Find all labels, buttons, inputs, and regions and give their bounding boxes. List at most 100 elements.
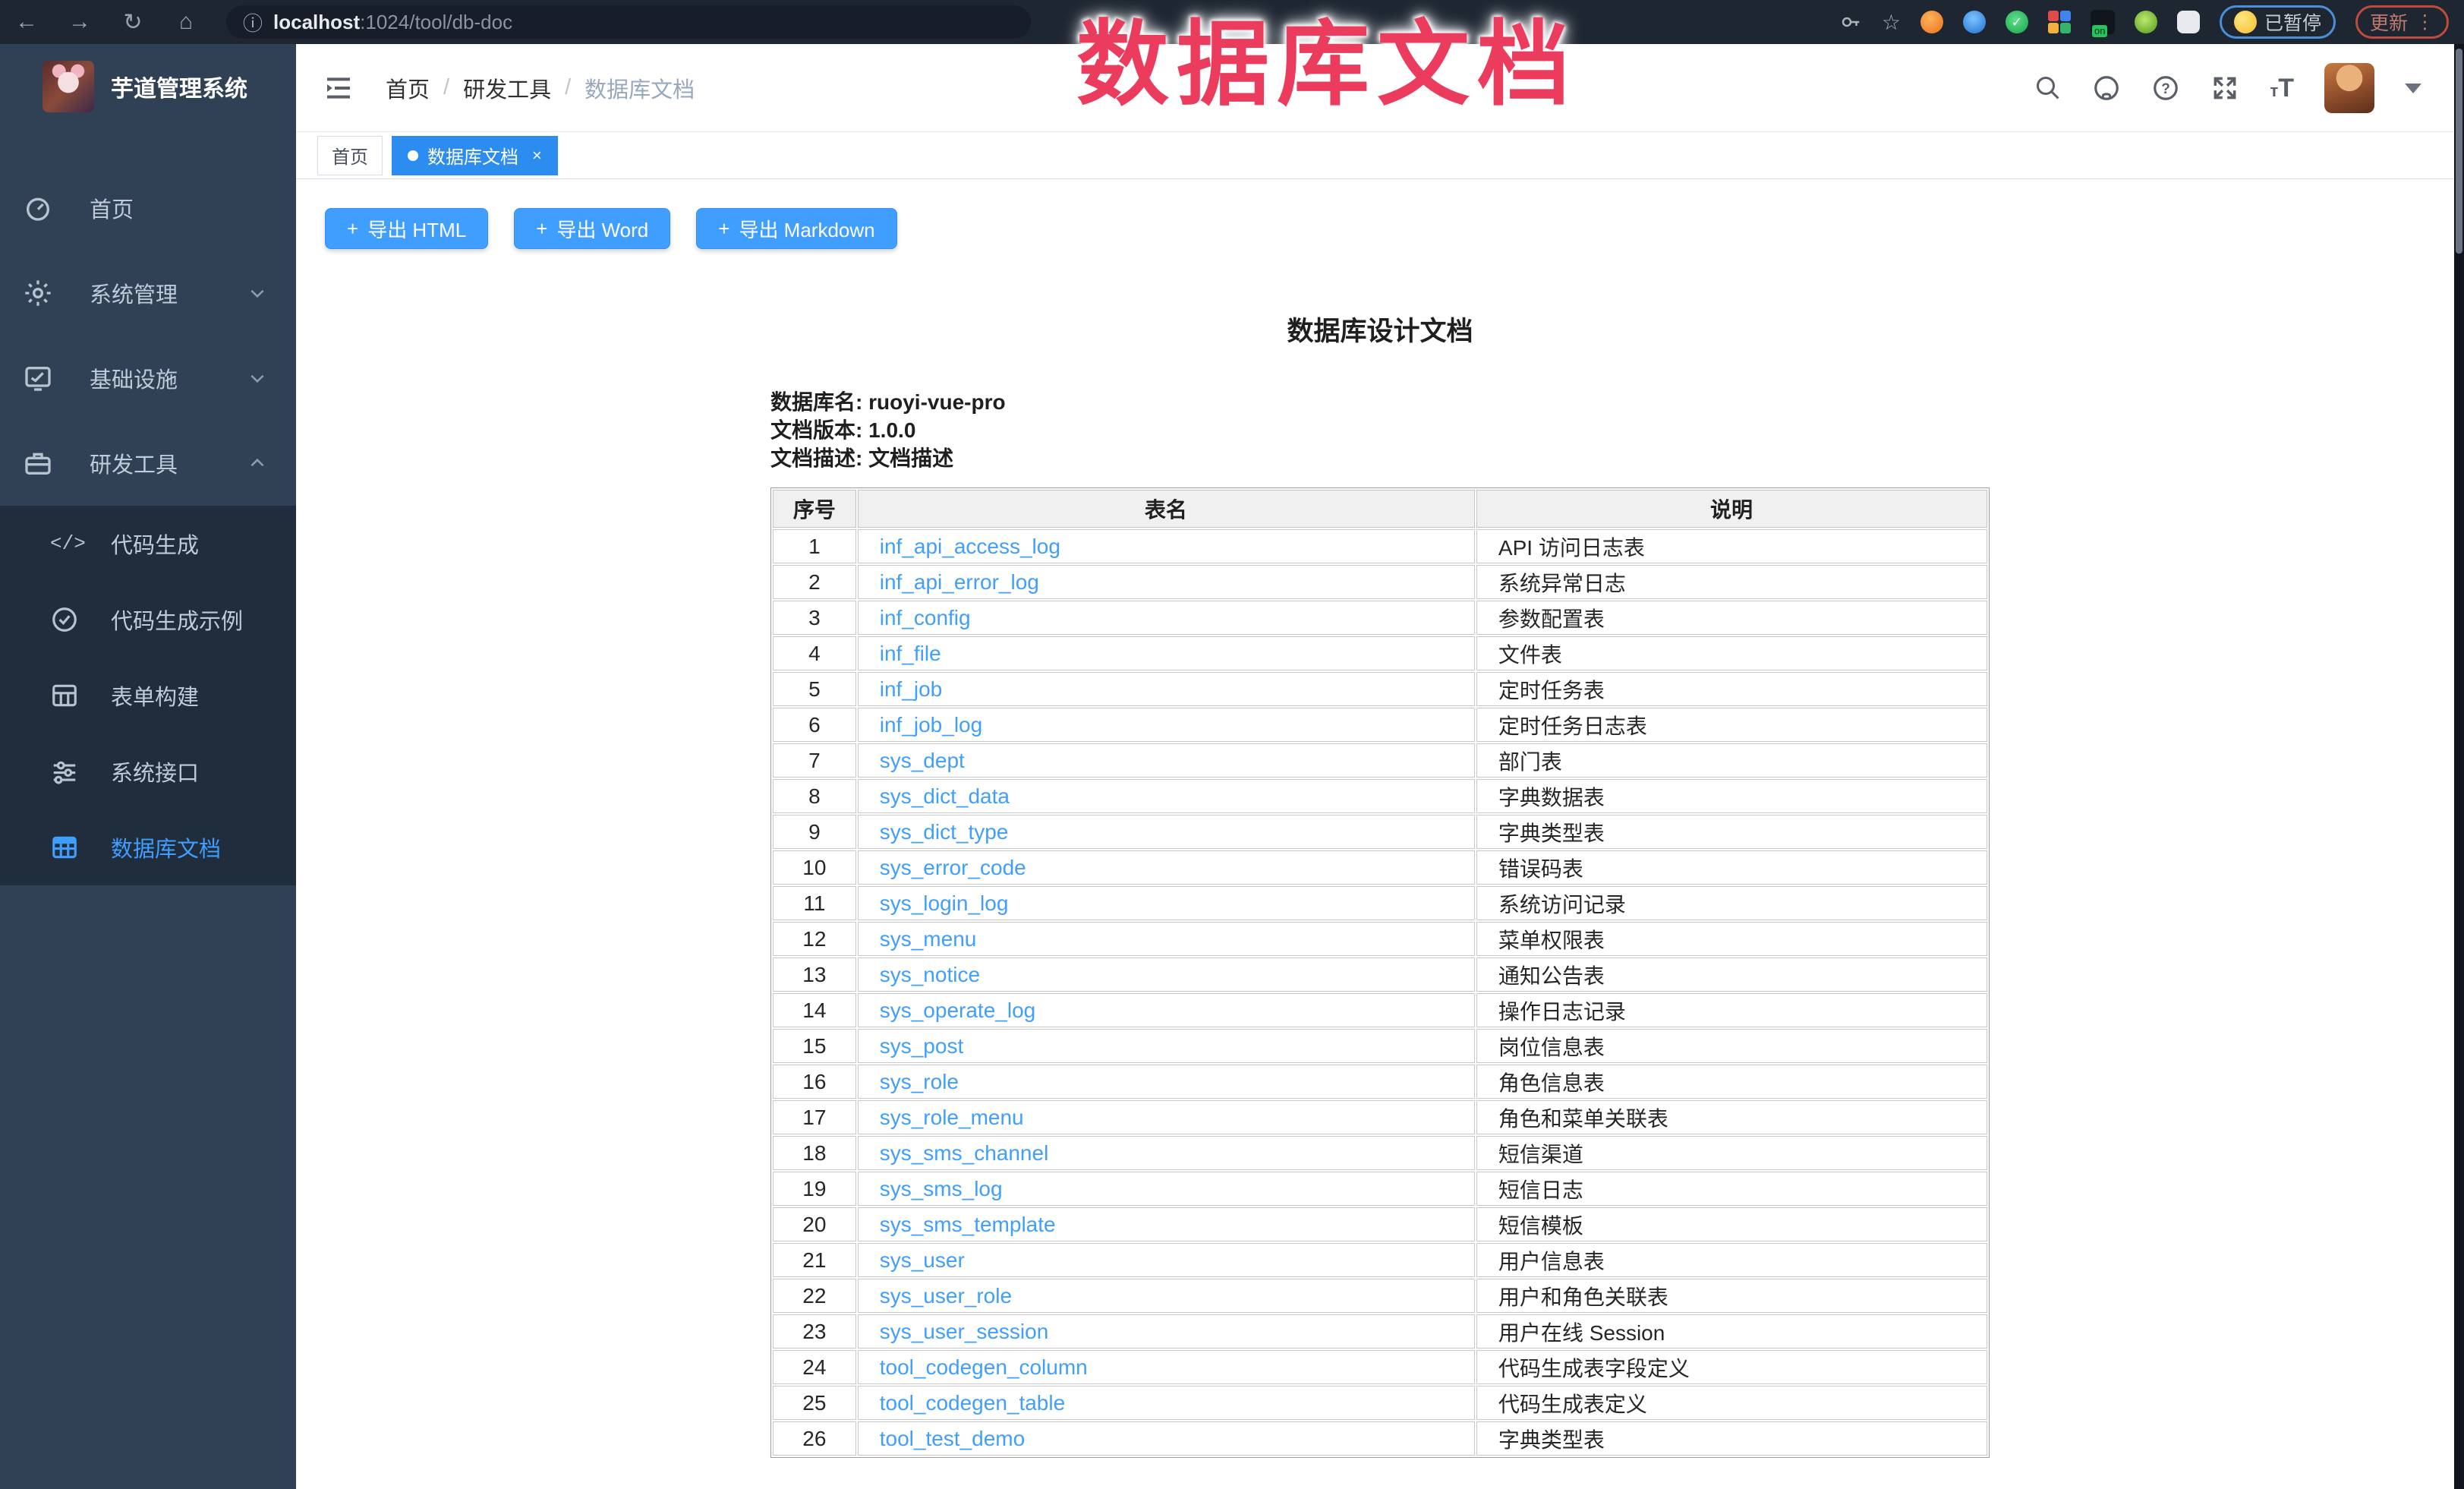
site-info-icon[interactable]: ⓘ [243, 8, 263, 36]
breadcrumb-current: 数据库文档 [584, 72, 695, 104]
table-name-link[interactable]: tool_test_demo [880, 1427, 1025, 1450]
table-name-link[interactable]: inf_file [880, 642, 941, 665]
extension-check-icon[interactable]: ✓ [2006, 11, 2028, 33]
table-row: 22sys_user_role用户和角色关联表 [773, 1279, 1987, 1313]
chevron-up-icon [247, 453, 273, 473]
table-name-link[interactable]: inf_job [880, 677, 943, 701]
table-name-link[interactable]: sys_role_menu [880, 1106, 1024, 1129]
table-row: 17sys_role_menu角色和菜单关联表 [773, 1100, 1987, 1134]
scrollbar-thumb[interactable] [2456, 49, 2462, 254]
table-row: 16 sys_role 角色信息表 [773, 1065, 1987, 1099]
browser-update-button[interactable]: 更新 ⋮ [2355, 5, 2449, 39]
search-icon[interactable] [2034, 74, 2062, 102]
row-table-name: sys_dict_data [858, 779, 1475, 813]
table-name-link[interactable]: sys_operate_log [880, 998, 1035, 1022]
fullscreen-icon[interactable] [2210, 74, 2239, 103]
browser-menu-kebab-icon[interactable]: ⋮ [2415, 11, 2434, 33]
button-label: 导出 Markdown [739, 215, 874, 243]
extension-on-badge-icon[interactable]: on [2091, 10, 2115, 34]
table-name-link[interactable]: sys_role [880, 1070, 959, 1093]
browser-reload-icon[interactable]: ↻ [106, 9, 159, 36]
table-name-link[interactable]: inf_config [880, 606, 971, 629]
table-name-link[interactable]: tool_codegen_column [880, 1355, 1088, 1379]
table-name-link[interactable]: sys_error_code [880, 856, 1026, 879]
row-description: 字典数据表 [1476, 779, 1987, 813]
breadcrumb-devtools: 研发工具 [463, 72, 551, 104]
table-name-link[interactable]: sys_menu [880, 927, 977, 951]
export-html-button[interactable]: + 导出 HTML [325, 208, 488, 249]
plus-icon: + [536, 217, 547, 241]
table-name-link[interactable]: sys_user_session [880, 1320, 1049, 1343]
table-name-link[interactable]: sys_user_role [880, 1284, 1012, 1308]
sidebar-item-devtools[interactable]: 研发工具 [0, 421, 296, 506]
sidebar-item-label: 数据库文档 [111, 831, 221, 863]
document-meta: 数据库名: ruoyi-vue-pro 文档版本: 1.0.0 文档描述: 文档… [770, 388, 1990, 472]
bookmark-star-icon[interactable]: ☆ [1882, 10, 1901, 35]
sidebar-item-system[interactable]: 系统管理 [0, 251, 296, 336]
export-markdown-button[interactable]: + 导出 Markdown [696, 208, 896, 249]
sidebar-collapse-icon[interactable] [323, 73, 354, 103]
address-bar[interactable]: ⓘ localhost :1024/tool/db-doc [226, 5, 1031, 39]
row-description: 参数配置表 [1476, 601, 1987, 635]
row-number: 16 [773, 1065, 856, 1099]
sidebar-item-form-builder[interactable]: 表单构建 [0, 658, 296, 733]
browser-back-icon[interactable]: ← [0, 9, 53, 35]
table-name-link[interactable]: sys_sms_template [880, 1213, 1056, 1236]
table-header-row: 序号 表名 说明 [773, 490, 1987, 528]
table-name-link[interactable]: sys_post [880, 1034, 964, 1058]
table-name-link[interactable]: tool_codegen_table [880, 1391, 1065, 1415]
sidebar-item-codegen-demo[interactable]: 代码生成示例 [0, 582, 296, 658]
extension-grid-icon[interactable] [2048, 11, 2071, 33]
browser-home-icon[interactable]: ⌂ [159, 9, 213, 35]
table-name-link[interactable]: inf_api_access_log [880, 535, 1060, 558]
table-name-link[interactable]: inf_api_error_log [880, 570, 1039, 594]
extension-puzzle-icon[interactable] [2177, 11, 2200, 33]
table-name-link[interactable]: sys_sms_channel [880, 1141, 1049, 1165]
app-logo-image [43, 61, 94, 112]
header-name: 表名 [858, 490, 1475, 528]
page-scrollbar[interactable] [2454, 44, 2464, 1489]
table-name-link[interactable]: sys_dict_data [880, 784, 1010, 808]
tag-close-icon[interactable]: × [532, 146, 542, 166]
export-word-button[interactable]: + 导出 Word [514, 208, 670, 249]
extension-leaf-icon[interactable] [2135, 11, 2157, 33]
row-description: 角色信息表 [1476, 1065, 1987, 1099]
extension-pin-icon[interactable] [1963, 11, 1986, 33]
help-icon[interactable]: ? [2151, 74, 2180, 103]
tag-db-doc-active[interactable]: 数据库文档 × [392, 136, 558, 175]
paused-extension-pill[interactable]: 已暂停 [2220, 5, 2336, 39]
tag-home[interactable]: 首页 [317, 136, 383, 175]
table-name-link[interactable]: sys_sms_log [880, 1177, 1003, 1200]
browser-toolbar-right: ☆ ✓ on 已暂停 更新 ⋮ [1839, 0, 2449, 44]
table-name-link[interactable]: sys_login_log [880, 891, 1009, 915]
extension-orange-icon[interactable] [1920, 11, 1943, 33]
table-row: 7sys_dept部门表 [773, 743, 1987, 778]
row-number: 22 [773, 1279, 856, 1313]
browser-forward-icon[interactable]: → [53, 9, 106, 35]
table-name-link[interactable]: sys_user [880, 1248, 965, 1272]
row-description: 字典类型表 [1476, 815, 1987, 849]
db-doc-document: 数据库设计文档 数据库名: ruoyi-vue-pro 文档版本: 1.0.0 … [770, 310, 1990, 1458]
row-description: 短信日志 [1476, 1172, 1987, 1206]
sidebar-item-system-api[interactable]: 系统接口 [0, 733, 296, 809]
app-logo-row[interactable]: 芋道管理系统 [0, 44, 296, 129]
sliders-icon [50, 757, 93, 786]
font-size-icon[interactable]: тT [2270, 74, 2294, 103]
table-name-link[interactable]: inf_job_log [880, 713, 982, 737]
table-row: 1inf_api_access_logAPI 访问日志表 [773, 529, 1987, 563]
breadcrumb-home[interactable]: 首页 [386, 72, 430, 104]
table-name-link[interactable]: sys_notice [880, 963, 980, 986]
password-key-icon[interactable] [1839, 11, 1862, 33]
user-avatar[interactable] [2324, 63, 2374, 113]
row-description: 短信模板 [1476, 1207, 1987, 1241]
sidebar-item-home[interactable]: 首页 [0, 166, 296, 251]
github-icon[interactable] [2092, 74, 2121, 103]
row-table-name: inf_job_log [858, 708, 1475, 742]
plus-icon: + [347, 217, 358, 241]
table-name-link[interactable]: sys_dict_type [880, 820, 1009, 844]
sidebar-item-db-doc[interactable]: 数据库文档 [0, 809, 296, 885]
sidebar-item-codegen[interactable]: </> 代码生成 [0, 506, 296, 582]
sidebar-item-infra[interactable]: 基础设施 [0, 336, 296, 421]
table-name-link[interactable]: sys_dept [880, 749, 965, 772]
user-menu-caret-icon[interactable] [2405, 84, 2421, 93]
